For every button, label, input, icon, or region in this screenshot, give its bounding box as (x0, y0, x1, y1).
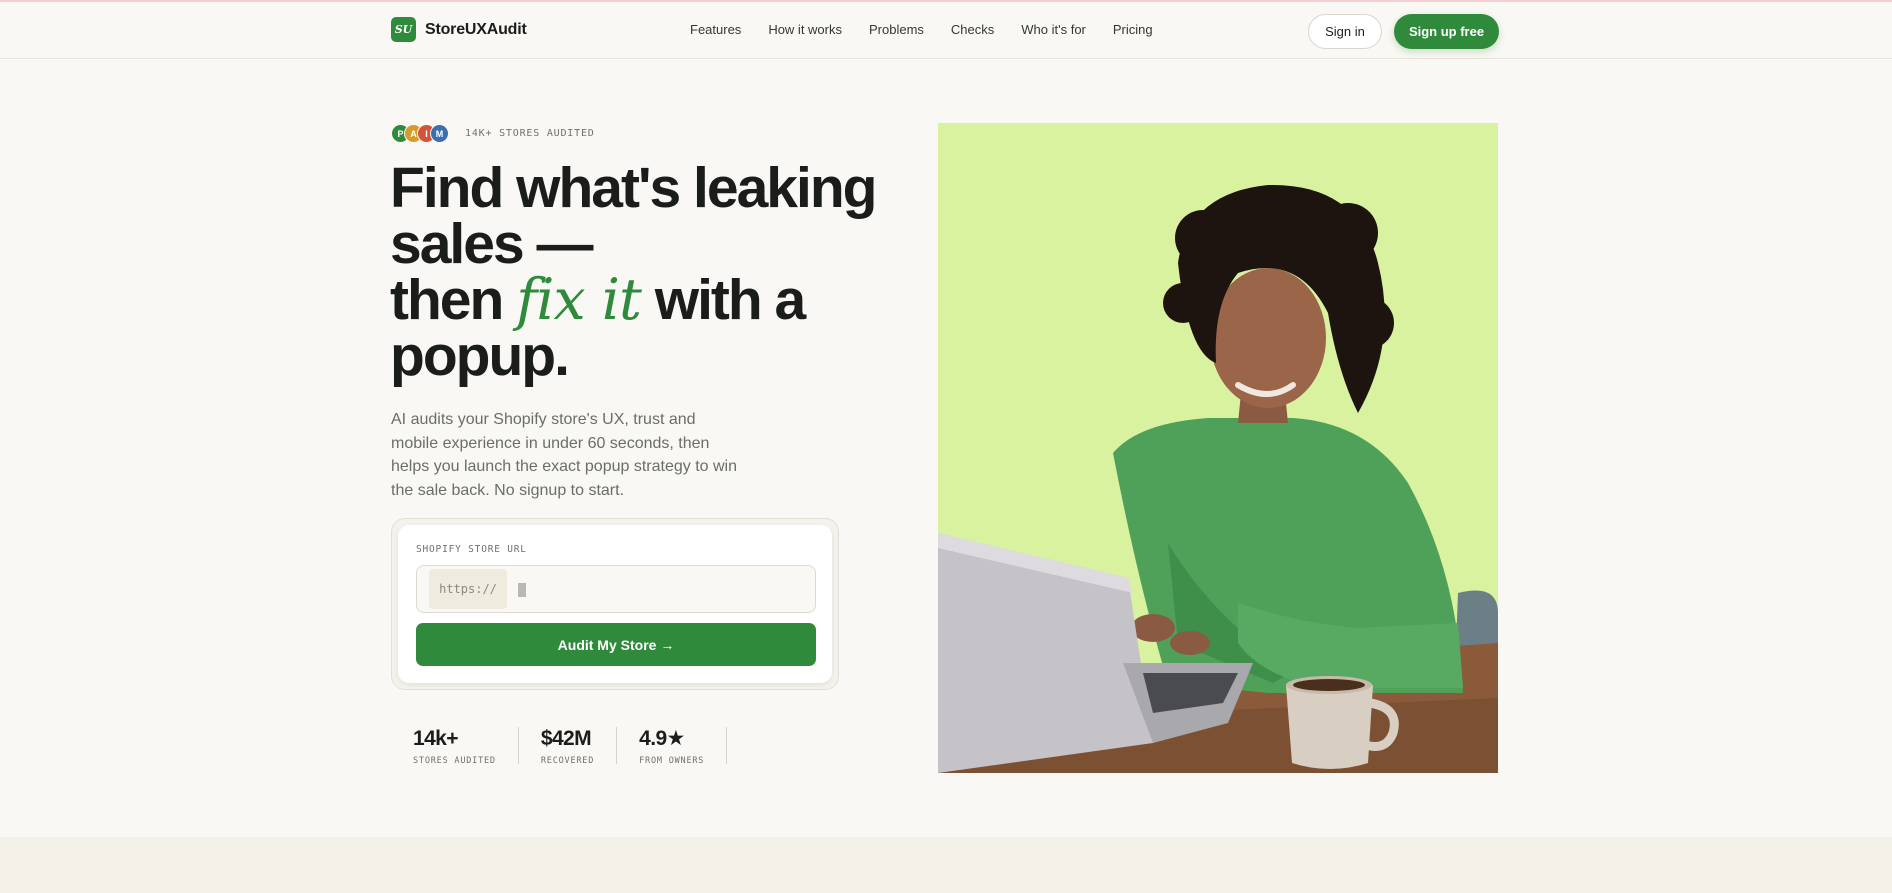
nav-link-who-its-for[interactable]: Who it's for (1021, 22, 1086, 37)
hero-subtext: AI audits your Shopify store's UX, trust… (391, 411, 737, 499)
sign-in-button[interactable]: Sign in (1308, 14, 1382, 49)
stat-value: $42M (540, 727, 592, 750)
stat-value: 14k+ (413, 727, 459, 750)
hero-headline: Find what's leaking sales — then fix it … (390, 160, 890, 385)
next-section-band (0, 837, 1892, 893)
top-navigation: SU StoreUXAudit Features How it works Pr… (0, 2, 1892, 59)
stat-rating: 4.9★ FROM OWNERS (639, 727, 728, 766)
avatar: M (430, 124, 449, 143)
store-url-label: SHOPIFY STORE URL (416, 544, 527, 555)
brand-name: StoreUXAudit (425, 20, 527, 38)
stat-stores-audited: 14k+ STORES AUDITED (413, 727, 519, 766)
url-prefix: https:// (429, 569, 507, 609)
stat-recovered: $42M RECOVERED (540, 727, 618, 766)
brand-logo[interactable]: SU StoreUXAudit (391, 17, 527, 42)
stores-audited-eyebrow: 14K+ STORES AUDITED (465, 128, 595, 139)
stats-row: 14k+ STORES AUDITED $42M RECOVERED 4.9★ … (413, 727, 728, 766)
logo-mark-icon: SU (391, 17, 416, 42)
hero-photo (938, 123, 1498, 773)
nav-link-checks[interactable]: Checks (951, 22, 994, 37)
audit-form: SHOPIFY STORE URL https:// Audit My Stor… (398, 525, 832, 683)
nav-links: Features How it works Problems Checks Wh… (690, 22, 1153, 37)
woman-laptop-illustration (938, 123, 1498, 773)
nav-link-pricing[interactable]: Pricing (1113, 22, 1153, 37)
nav-link-problems[interactable]: Problems (869, 22, 924, 37)
audit-form-card: SHOPIFY STORE URL https:// Audit My Stor… (391, 518, 839, 690)
headline-line-4: popup. (390, 324, 570, 388)
store-url-field[interactable]: https:// (416, 565, 816, 613)
audit-my-store-button[interactable]: Audit My Store → (416, 623, 816, 666)
nav-link-features[interactable]: Features (690, 22, 741, 37)
stat-label: FROM OWNERS (639, 756, 705, 766)
headline-line-3-pre: then (390, 268, 517, 332)
store-url-input[interactable] (513, 571, 809, 607)
headline-line-1: Find what's leaking (390, 156, 877, 220)
headline-line-3-post: with a (640, 268, 807, 332)
avatar-stack: P A I M (391, 124, 449, 143)
stat-value: 4.9★ (639, 727, 685, 750)
stat-label: RECOVERED (540, 756, 595, 766)
stat-label: STORES AUDITED (413, 756, 496, 766)
sign-up-button[interactable]: Sign up free (1394, 14, 1499, 49)
nav-link-how-it-works[interactable]: How it works (768, 22, 842, 37)
